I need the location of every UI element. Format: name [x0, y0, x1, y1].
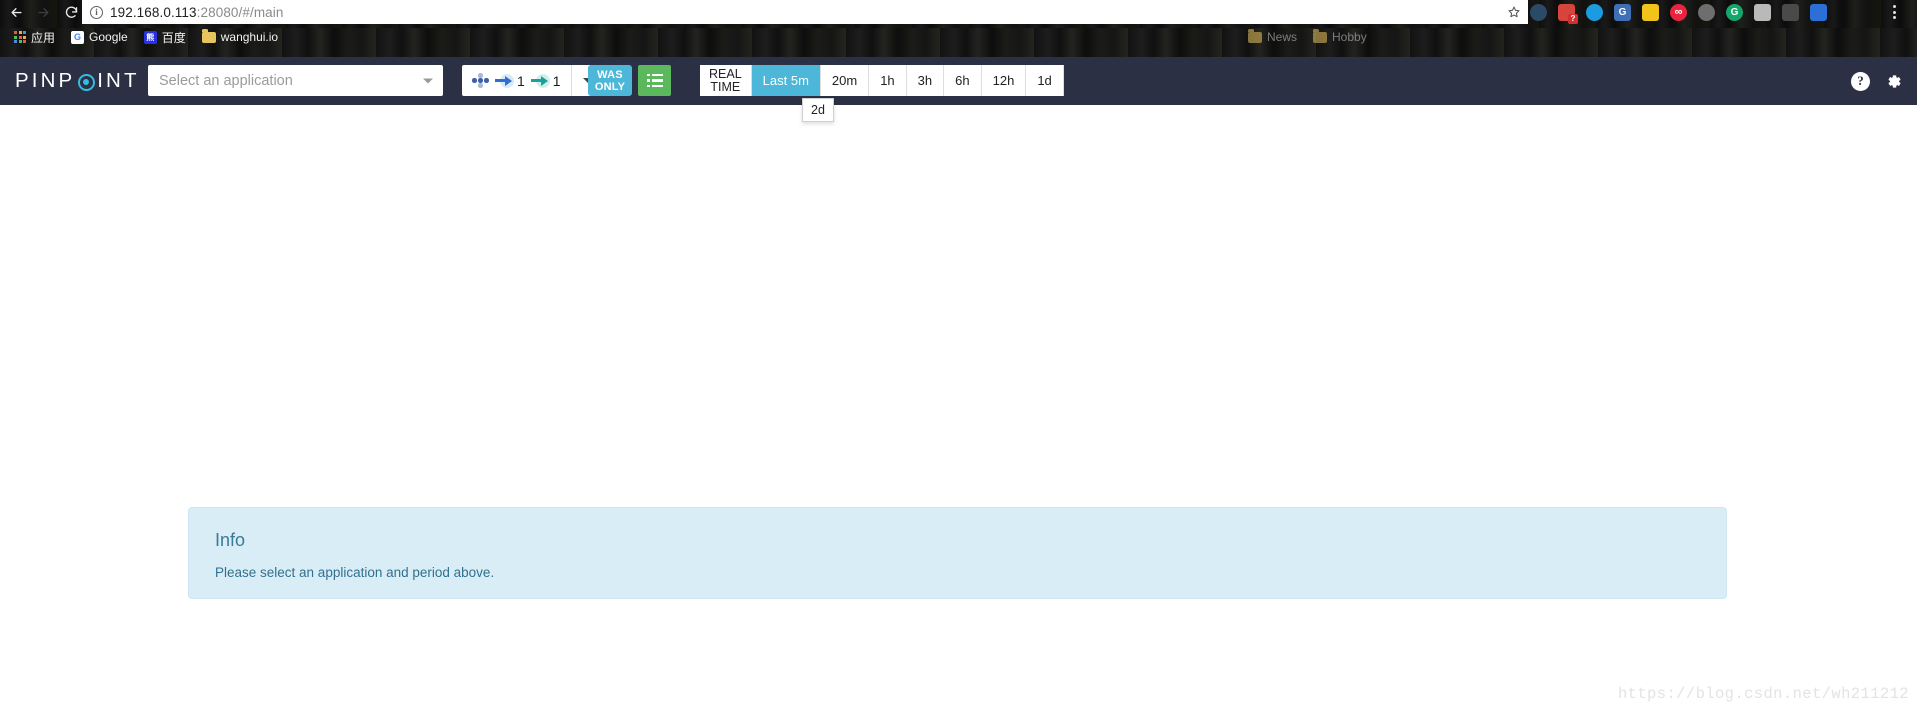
period-3h-button[interactable]: 3h — [906, 65, 945, 96]
bookmark-label: Hobby — [1332, 30, 1367, 44]
address-bar[interactable]: i 192.168.0.113:28080/#/main — [82, 0, 1500, 24]
forward-arrow-icon[interactable] — [33, 2, 54, 24]
application-select-placeholder: Select an application — [159, 72, 293, 89]
period-realtime-button[interactable]: REAL TIME — [700, 65, 752, 96]
reload-icon[interactable] — [61, 2, 82, 24]
list-view-icon — [646, 74, 663, 87]
bookmark-label: News — [1267, 30, 1298, 44]
lock-extension-icon[interactable] — [1698, 3, 1715, 21]
outbound-depth-value: 1 — [552, 72, 561, 89]
was-only-button[interactable]: WAS ONLY — [588, 65, 632, 96]
outbound-arrow-icon — [530, 73, 550, 88]
chat-extension-icon[interactable] — [1530, 3, 1547, 21]
url-host: 192.168.0.113 — [110, 4, 197, 20]
bookmark-label: 百度 — [161, 30, 186, 45]
bookmark-baidu[interactable]: 熊 百度 — [136, 26, 194, 48]
bookmarks-bar-overflow: News Hobby — [1240, 26, 1375, 48]
google-docs-extension-icon[interactable]: G — [1614, 3, 1631, 21]
gear-icon[interactable] — [1884, 72, 1903, 91]
bookmark-star-icon[interactable] — [1500, 0, 1528, 24]
info-alert-box: Info Please select an application and pe… — [188, 507, 1727, 599]
evernote-extension-icon[interactable] — [1782, 3, 1799, 21]
depth-selector[interactable]: 1 1 — [462, 65, 604, 96]
folder-icon — [1313, 29, 1328, 43]
back-arrow-icon[interactable] — [6, 2, 27, 24]
apps-grid-icon — [14, 31, 26, 43]
logo-target-icon — [77, 73, 95, 91]
inbound-arrow-icon — [495, 73, 514, 88]
period-last5m-button[interactable]: Last 5m — [751, 65, 821, 96]
period-12h-button[interactable]: 12h — [981, 65, 1027, 96]
bookmark-google[interactable]: G Google — [63, 26, 136, 48]
browser-extension-icons: ? G ∞ G — [1530, 0, 1827, 24]
baidu-icon: 熊 — [143, 30, 157, 44]
bookmark-label: Google — [89, 30, 128, 44]
feedly-extension-icon[interactable]: ? — [1558, 3, 1578, 24]
bookmark-label: wanghui.io — [220, 30, 279, 44]
period-button-group: REAL TIME Last 5m 20m 1h 3h 6h 12h 1d 2d — [700, 65, 1064, 122]
period-1d-button[interactable]: 1d — [1026, 65, 1064, 96]
logo-text-before: PINP — [15, 69, 76, 92]
help-question-icon[interactable]: ? — [1851, 71, 1870, 91]
was-only-line1: WAS — [597, 68, 623, 81]
bookmark-label: 应用 — [31, 30, 56, 45]
folder-icon — [201, 29, 216, 43]
bookmark-wanghui[interactable]: wanghui.io — [194, 26, 286, 48]
kebab-menu-icon[interactable] — [1893, 0, 1896, 24]
bookmark-apps[interactable]: 应用 — [6, 26, 63, 48]
period-20m-button[interactable]: 20m — [820, 65, 870, 96]
chevron-down-icon — [423, 78, 433, 83]
browser-chrome: i 192.168.0.113:28080/#/main ? G ∞ G 应用 — [0, 0, 1917, 57]
bookmark-news[interactable]: News — [1240, 26, 1305, 48]
inbound-depth-value: 1 — [517, 72, 525, 89]
extension-badge: ? — [1568, 13, 1578, 24]
simplenote-extension-icon[interactable] — [1754, 3, 1771, 21]
bookmark-hobby[interactable]: Hobby — [1305, 26, 1375, 48]
infinity-extension-icon[interactable]: ∞ — [1670, 3, 1687, 21]
realtime-line2: TIME — [710, 79, 741, 94]
grammarly-extension-icon[interactable]: G — [1726, 3, 1743, 21]
period-6h-button[interactable]: 6h — [944, 65, 982, 96]
outbound-depth: 1 — [530, 72, 561, 89]
diamond-extension-icon[interactable] — [1810, 3, 1827, 21]
period-1h-button[interactable]: 1h — [869, 65, 907, 96]
inbound-depth: 1 — [495, 73, 525, 89]
folder-icon — [1248, 29, 1262, 43]
info-alert-message: Please select an application and period … — [215, 565, 495, 580]
node-dots-icon — [472, 73, 489, 88]
period-dropdown-2d[interactable]: 2d — [802, 98, 834, 122]
realtime-line1: REAL — [709, 66, 742, 81]
info-alert-title: Info — [215, 530, 246, 550]
watermark: https://blog.csdn.net/wh211212 — [1617, 685, 1909, 703]
was-only-line2: ONLY — [594, 80, 626, 93]
address-bar-text: 192.168.0.113:28080/#/main — [110, 5, 284, 20]
google-icon: G — [71, 30, 85, 44]
site-info-icon[interactable]: i — [90, 5, 103, 19]
bookmarks-bar: 应用 G Google 熊 百度 wanghui.io — [0, 26, 286, 48]
main-content: Info Please select an application and pe… — [0, 105, 1917, 712]
logo-text-after: INT — [97, 69, 140, 92]
app-header: PINP INT Select an application 1 1 WAS O… — [0, 57, 1917, 122]
pinpoint-logo[interactable]: PINP INT — [15, 57, 140, 105]
vimeo-extension-icon[interactable] — [1586, 3, 1603, 21]
application-select[interactable]: Select an application — [148, 65, 443, 96]
url-path: :28080/#/main — [196, 4, 284, 20]
dots-extension-icon[interactable] — [1642, 3, 1659, 21]
list-view-button[interactable] — [638, 65, 671, 96]
browser-nav-buttons — [0, 0, 82, 25]
depth-selector-values: 1 1 — [462, 65, 571, 96]
header-actions: ? — [1851, 57, 1903, 105]
